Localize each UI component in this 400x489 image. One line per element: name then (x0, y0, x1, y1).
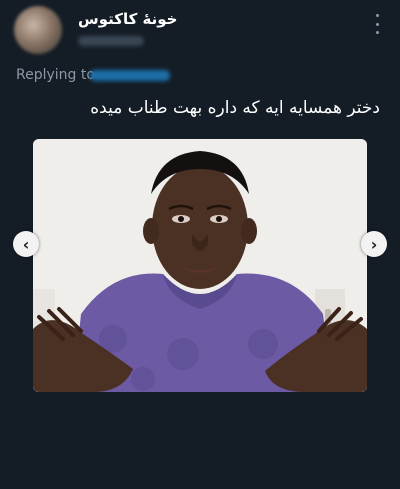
man-shrugging-photo (33, 139, 367, 392)
tweet-media-image[interactable] (33, 139, 367, 392)
more-vertical-icon[interactable] (374, 14, 380, 34)
carousel-next-button[interactable]: › (361, 231, 387, 257)
carousel-prev-button[interactable]: ‹ (13, 231, 39, 257)
chevron-left-icon: ‹ (22, 234, 30, 254)
tweet-text: دختر همسایه ایه که داره بهت طناب میده (90, 98, 380, 118)
display-name[interactable]: خونهٔ کاکتوس (78, 10, 177, 28)
replying-to-handle-blurred[interactable] (90, 70, 170, 81)
avatar[interactable] (14, 6, 62, 54)
user-handle-blurred[interactable] (78, 36, 144, 46)
replying-to-label: Replying to (16, 67, 95, 83)
chevron-right-icon: › (370, 234, 378, 254)
